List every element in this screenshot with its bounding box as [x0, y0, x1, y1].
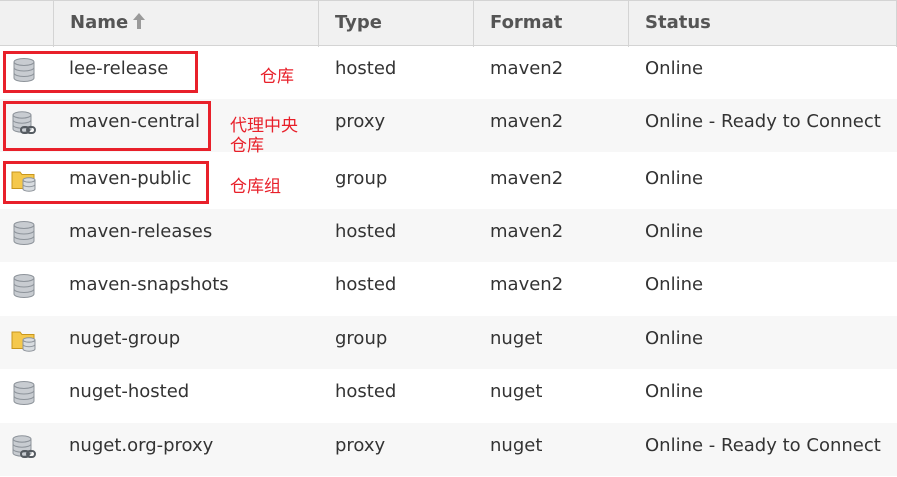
- repo-status: Online: [645, 221, 704, 242]
- table-row[interactable]: maven-snapshots hosted maven2 Online: [0, 262, 897, 315]
- repository-table: Name Type Format Status lee-release host…: [0, 0, 897, 477]
- highlight-box-group: [3, 161, 209, 204]
- annotation-proxy-line1: 代理中央: [230, 116, 298, 136]
- table-row[interactable]: maven-releases hosted maven2 Online: [0, 209, 897, 262]
- repo-name[interactable]: maven-releases: [69, 209, 212, 262]
- repo-type: hosted: [335, 58, 397, 79]
- repo-status: Online - Ready to Connect: [645, 435, 881, 456]
- column-header-format-label: Format: [490, 12, 563, 33]
- column-header-name[interactable]: Name: [53, 1, 318, 47]
- repo-status: Online - Ready to Connect: [645, 111, 881, 132]
- database-icon: [13, 274, 35, 298]
- repo-status: Online: [645, 58, 704, 79]
- column-header-format[interactable]: Format: [473, 1, 628, 47]
- column-header-type-label: Type: [335, 12, 382, 33]
- column-header-status[interactable]: Status: [628, 1, 897, 47]
- column-header-status-label: Status: [645, 12, 711, 33]
- repo-name[interactable]: maven-snapshots: [69, 262, 229, 315]
- database-icon: [13, 221, 35, 245]
- repo-type: group: [335, 328, 388, 349]
- repo-name[interactable]: nuget.org-proxy: [69, 423, 213, 476]
- repo-type: proxy: [335, 435, 386, 456]
- header-icon-column: [0, 1, 53, 47]
- repo-type: hosted: [335, 381, 397, 402]
- database-icon: [13, 381, 35, 405]
- repo-format: nuget: [490, 381, 543, 402]
- table-row[interactable]: nuget-group group nuget Online: [0, 316, 897, 369]
- highlight-box-proxy: [3, 101, 211, 151]
- repo-type: hosted: [335, 221, 397, 242]
- database-link-icon: [12, 435, 36, 458]
- column-header-type[interactable]: Type: [318, 1, 473, 47]
- repo-format: nuget: [490, 435, 543, 456]
- repo-format: maven2: [490, 58, 564, 79]
- arrow-up-icon: [133, 13, 146, 29]
- repo-format: maven2: [490, 274, 564, 295]
- folder-database-icon: [11, 331, 36, 352]
- column-header-name-label: Name: [70, 12, 129, 33]
- annotation-group: 仓库组: [230, 177, 281, 197]
- repo-format: nuget: [490, 328, 543, 349]
- repo-name[interactable]: nuget-hosted: [69, 369, 189, 422]
- annotation-hosted: 仓库: [260, 67, 294, 87]
- repo-status: Online: [645, 274, 704, 295]
- repo-type: proxy: [335, 111, 386, 132]
- repo-type: group: [335, 168, 388, 189]
- highlight-box-hosted: [3, 51, 198, 93]
- repo-type: hosted: [335, 274, 397, 295]
- annotation-proxy-line2: 仓库: [230, 136, 264, 156]
- repo-format: maven2: [490, 111, 564, 132]
- repo-status: Online: [645, 168, 704, 189]
- repo-status: Online: [645, 381, 704, 402]
- table-header: Name Type Format Status: [0, 0, 897, 47]
- repo-name[interactable]: nuget-group: [69, 316, 180, 369]
- table-row[interactable]: nuget.org-proxy proxy nuget Online - Rea…: [0, 423, 897, 476]
- repo-format: maven2: [490, 168, 564, 189]
- repo-status: Online: [645, 328, 704, 349]
- repo-format: maven2: [490, 221, 564, 242]
- table-row[interactable]: nuget-hosted hosted nuget Online: [0, 369, 897, 422]
